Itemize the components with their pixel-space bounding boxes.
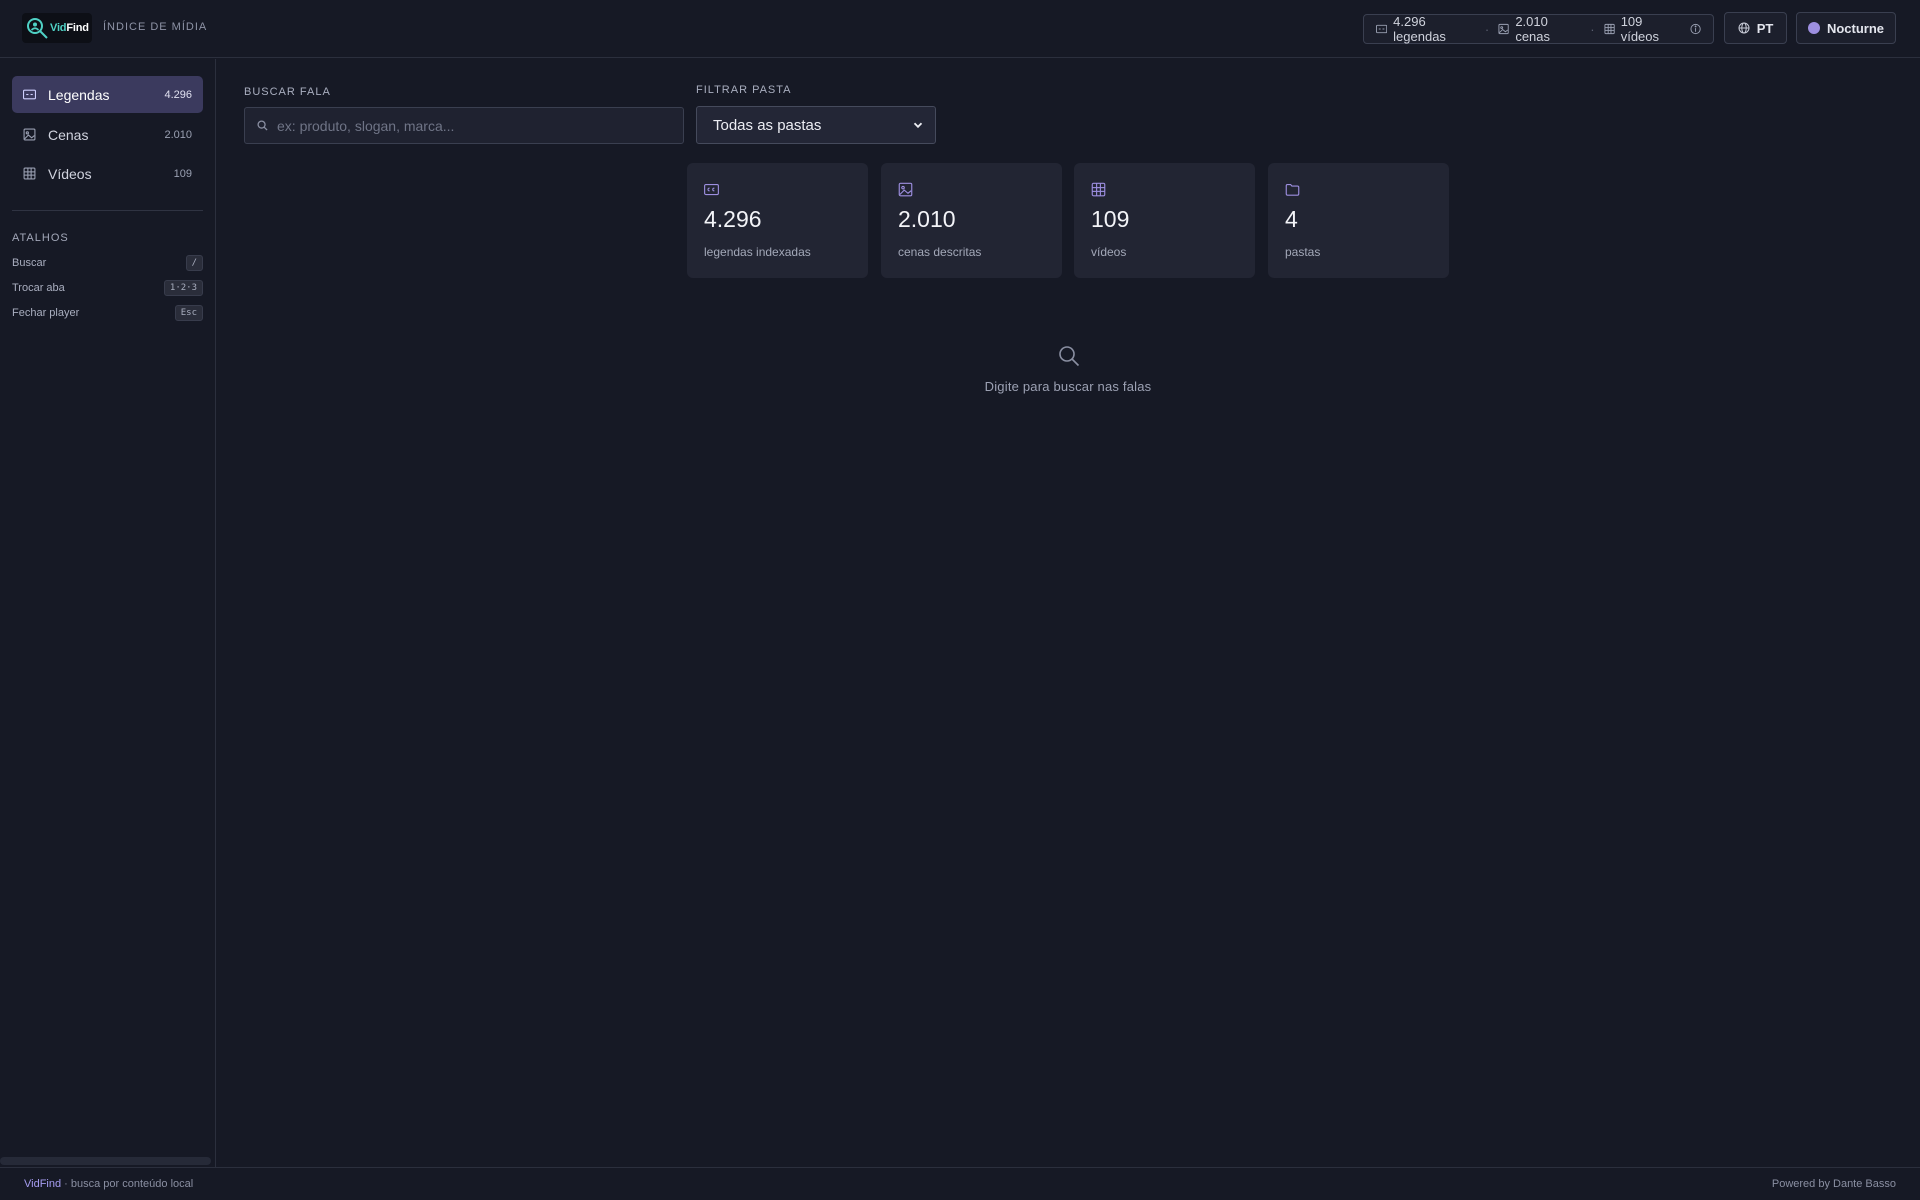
globe-icon <box>1738 22 1750 34</box>
image-icon <box>1498 23 1509 35</box>
stat-card-label: legendas indexadas <box>704 245 811 259</box>
captions-icon <box>1376 24 1388 34</box>
stat-card-folders: 4 pastas <box>1268 163 1449 278</box>
app-subtitle: ÍNDICE DE MÍDIA <box>103 21 208 33</box>
shortcut-key: Esc <box>174 305 203 321</box>
info-icon[interactable] <box>1690 23 1701 35</box>
stat-card-value: 4 <box>1285 206 1298 232</box>
sidebar-item-label: Legendas <box>48 86 110 103</box>
shortcuts-title: ATALHOS <box>12 232 69 244</box>
sidebar-item-count: 109 <box>173 167 192 180</box>
shortcut-label: Fechar player <box>12 307 80 319</box>
sidebar-item-label: Vídeos <box>48 165 92 182</box>
stats-subtitles: 4.296 legendas <box>1393 14 1446 44</box>
stat-card-label: vídeos <box>1091 245 1127 259</box>
shortcut-key: / <box>185 255 203 271</box>
shortcut-key: 1·2·3 <box>163 280 203 296</box>
sidebar: Legendas 4.296 Cenas 2.010 Vídeos 109 AT… <box>0 59 216 1167</box>
stat-card-subtitles: 4.296 legendas indexadas <box>687 163 868 278</box>
stats-videos: 109 vídeos <box>1620 14 1660 44</box>
index-stats-pill: 4.296 legendas · 2.010 cenas · 109 vídeo… <box>1363 14 1714 44</box>
stat-card-scenes: 2.010 cenas descritas <box>881 163 1062 278</box>
sidebar-item-count: 4.296 <box>164 88 192 101</box>
grid-icon <box>23 167 36 180</box>
magnifier-logo-icon <box>27 18 48 39</box>
footer: VidFind · busca por conteúdo local Power… <box>0 1167 1920 1200</box>
stat-card-value: 4.296 <box>704 206 762 232</box>
shortcut-row: Fechar player Esc <box>12 304 203 322</box>
folder-icon <box>1285 183 1300 196</box>
search-label: BUSCAR FALA <box>244 86 331 98</box>
stat-card-label: cenas descritas <box>898 245 982 259</box>
sidebar-item-label: Cenas <box>48 126 89 143</box>
stat-card-value: 109 <box>1091 206 1130 232</box>
sidebar-scrollbar[interactable] <box>0 1157 211 1165</box>
stats-separator: · <box>1484 21 1490 37</box>
sidebar-divider <box>12 210 203 211</box>
logo-wordmark: VidFind <box>50 22 89 34</box>
sidebar-item-videos[interactable]: Vídeos 109 <box>12 155 203 192</box>
app-logo[interactable]: VidFind <box>22 13 92 43</box>
theme-button[interactable]: Nocturne <box>1796 12 1896 44</box>
theme-label: Nocturne <box>1826 20 1885 36</box>
folder-select-value: Todas as pastas <box>713 116 822 134</box>
language-button[interactable]: PT <box>1724 12 1787 44</box>
stat-card-value: 2.010 <box>898 206 956 232</box>
sidebar-item-cenas[interactable]: Cenas 2.010 <box>12 116 203 153</box>
shortcut-row: Buscar / <box>12 254 203 272</box>
grid-icon <box>1091 182 1106 197</box>
search-field[interactable] <box>244 107 684 144</box>
shortcut-label: Trocar aba <box>12 282 65 294</box>
shortcut-label: Buscar <box>12 257 47 269</box>
folder-select[interactable]: Todas as pastas <box>696 106 936 144</box>
grid-icon <box>1604 23 1615 35</box>
footer-brand[interactable]: VidFind <box>24 1178 61 1190</box>
language-label: PT <box>1756 20 1774 36</box>
search-input[interactable] <box>277 117 677 134</box>
stats-separator: · <box>1590 21 1595 37</box>
footer-credit: Powered by Dante Basso <box>1771 1178 1896 1190</box>
sidebar-item-legendas[interactable]: Legendas 4.296 <box>12 76 203 113</box>
captions-icon <box>704 183 719 196</box>
empty-state-message: Digite para buscar nas falas <box>984 379 1152 394</box>
stat-card-videos: 109 vídeos <box>1074 163 1255 278</box>
top-bar: VidFind ÍNDICE DE MÍDIA 4.296 legendas ·… <box>0 0 1920 58</box>
footer-tagline: VidFind · busca por conteúdo local <box>24 1178 194 1190</box>
sidebar-item-count: 2.010 <box>164 128 192 141</box>
stat-card-label: pastas <box>1285 245 1321 259</box>
shortcut-row: Trocar aba 1·2·3 <box>12 279 203 297</box>
captions-icon <box>23 89 36 100</box>
image-icon <box>898 182 913 197</box>
stats-scenes: 2.010 cenas <box>1515 14 1551 44</box>
theme-color-dot <box>1807 22 1820 34</box>
search-icon <box>257 120 268 131</box>
chevron-down-icon <box>913 122 923 129</box>
search-icon <box>1059 346 1080 367</box>
folder-filter-label: FILTRAR PASTA <box>696 84 792 96</box>
image-icon <box>23 128 36 141</box>
